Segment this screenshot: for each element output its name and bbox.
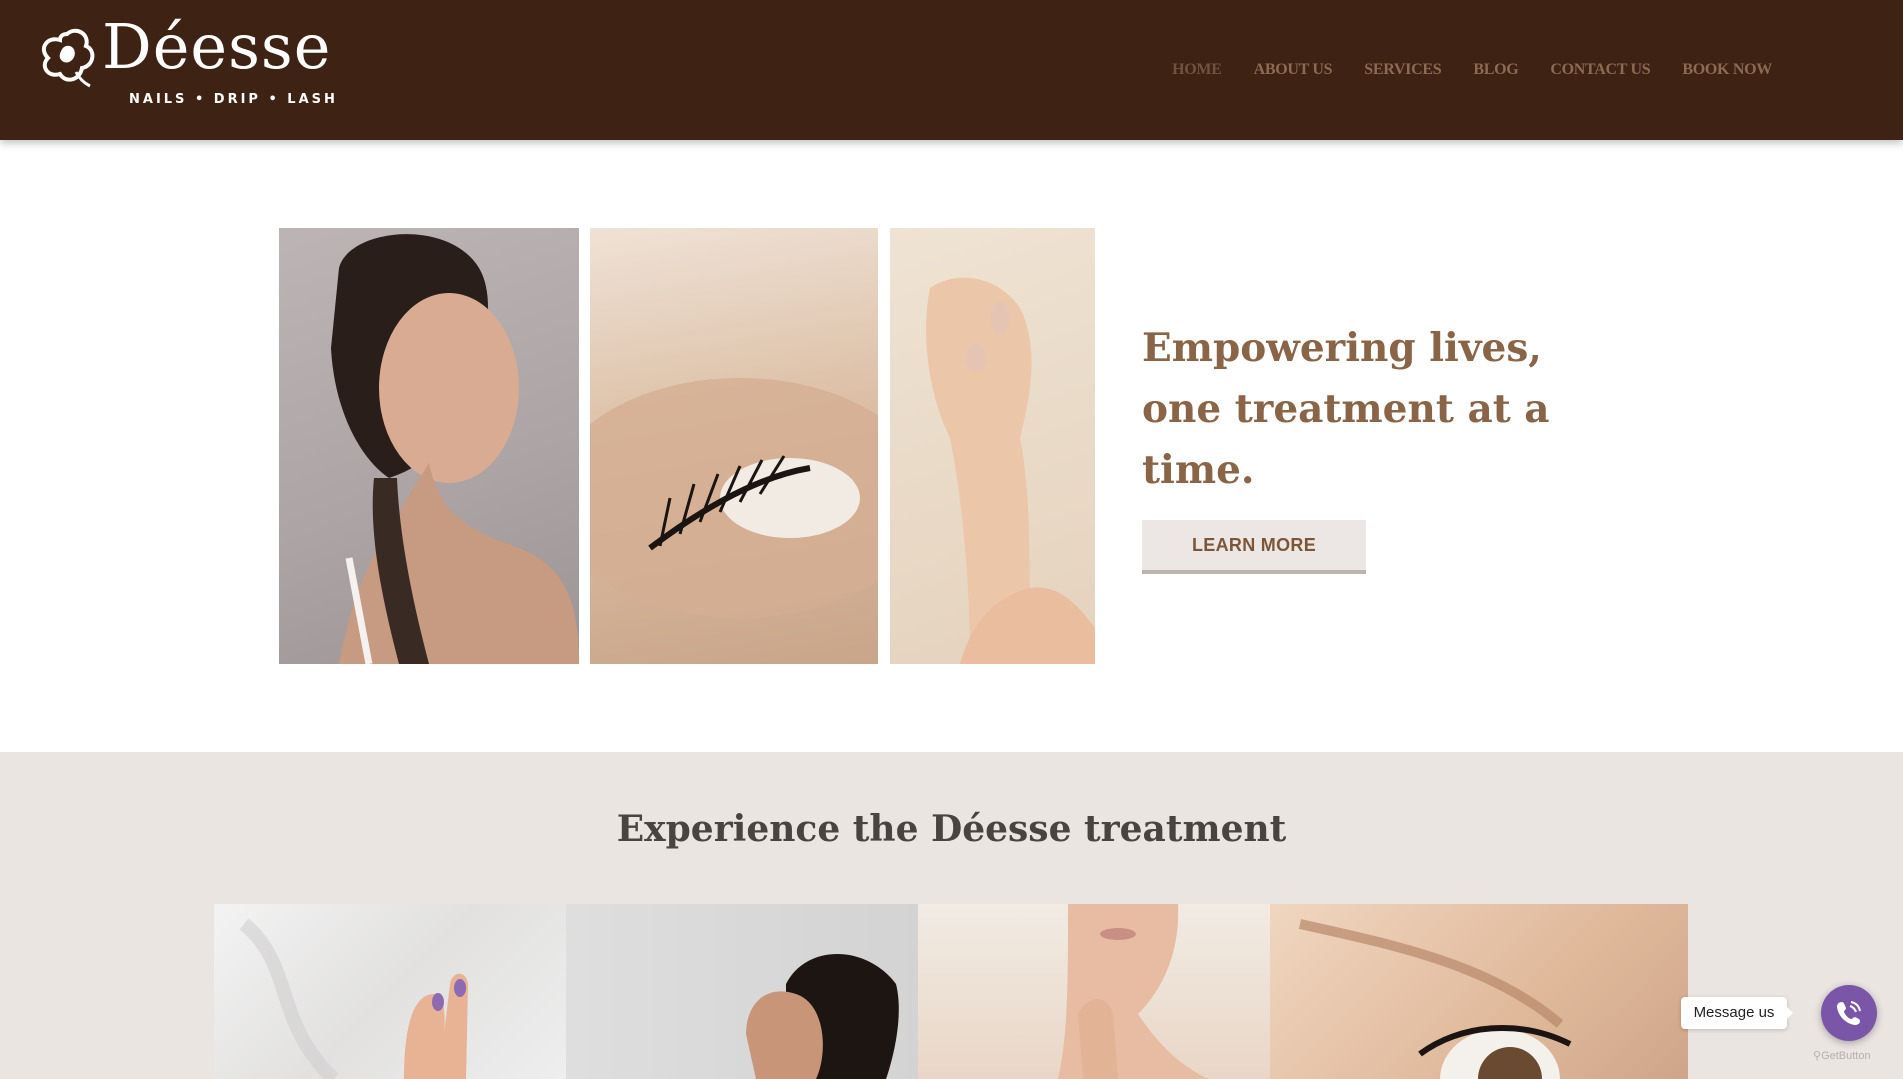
hero-image-woman-portrait xyxy=(279,228,579,664)
hero-title: Empowering lives, one treatment at a tim… xyxy=(1142,325,1550,493)
flower-logo-icon xyxy=(41,28,95,88)
getbutton-credit[interactable]: ⚲GetButton xyxy=(1813,1049,1871,1062)
hero-image-eyelash xyxy=(590,228,878,664)
nav-about-us[interactable]: ABOUT US xyxy=(1254,61,1333,79)
brand-logo[interactable]: Déesse NAILS • DRIP • LASH xyxy=(36,16,335,114)
brand-tagline: NAILS • DRIP • LASH xyxy=(129,92,338,107)
experience-title: Experience the Déesse treatment xyxy=(616,808,1287,850)
hero-image-hands xyxy=(890,228,1095,664)
nav-services[interactable]: SERVICES xyxy=(1364,61,1441,79)
phone-icon xyxy=(1837,1001,1861,1025)
experience-section: Experience the Déesse treatment xyxy=(0,752,1903,1079)
nav-contact-us[interactable]: CONTACT US xyxy=(1550,61,1650,79)
message-us-button[interactable] xyxy=(1821,985,1877,1041)
site-header: Déesse NAILS • DRIP • LASH HOME ABOUT US… xyxy=(0,0,1903,140)
service-tile-lash[interactable] xyxy=(1270,904,1688,1079)
nav-book-now[interactable]: BOOK NOW xyxy=(1682,61,1772,79)
nav-blog[interactable]: BLOG xyxy=(1473,61,1518,79)
nav-home[interactable]: HOME xyxy=(1172,61,1222,79)
brand-name: Déesse xyxy=(102,10,332,83)
service-tile-skin[interactable] xyxy=(566,904,918,1079)
main-nav: HOME ABOUT US SERVICES BLOG CONTACT US B… xyxy=(1172,61,1772,79)
service-tile-nails[interactable] xyxy=(214,904,566,1079)
message-us-label[interactable]: Message us xyxy=(1681,997,1793,1029)
learn-more-button[interactable]: LEARN MORE xyxy=(1142,520,1366,574)
service-tile-drip[interactable] xyxy=(918,904,1270,1079)
